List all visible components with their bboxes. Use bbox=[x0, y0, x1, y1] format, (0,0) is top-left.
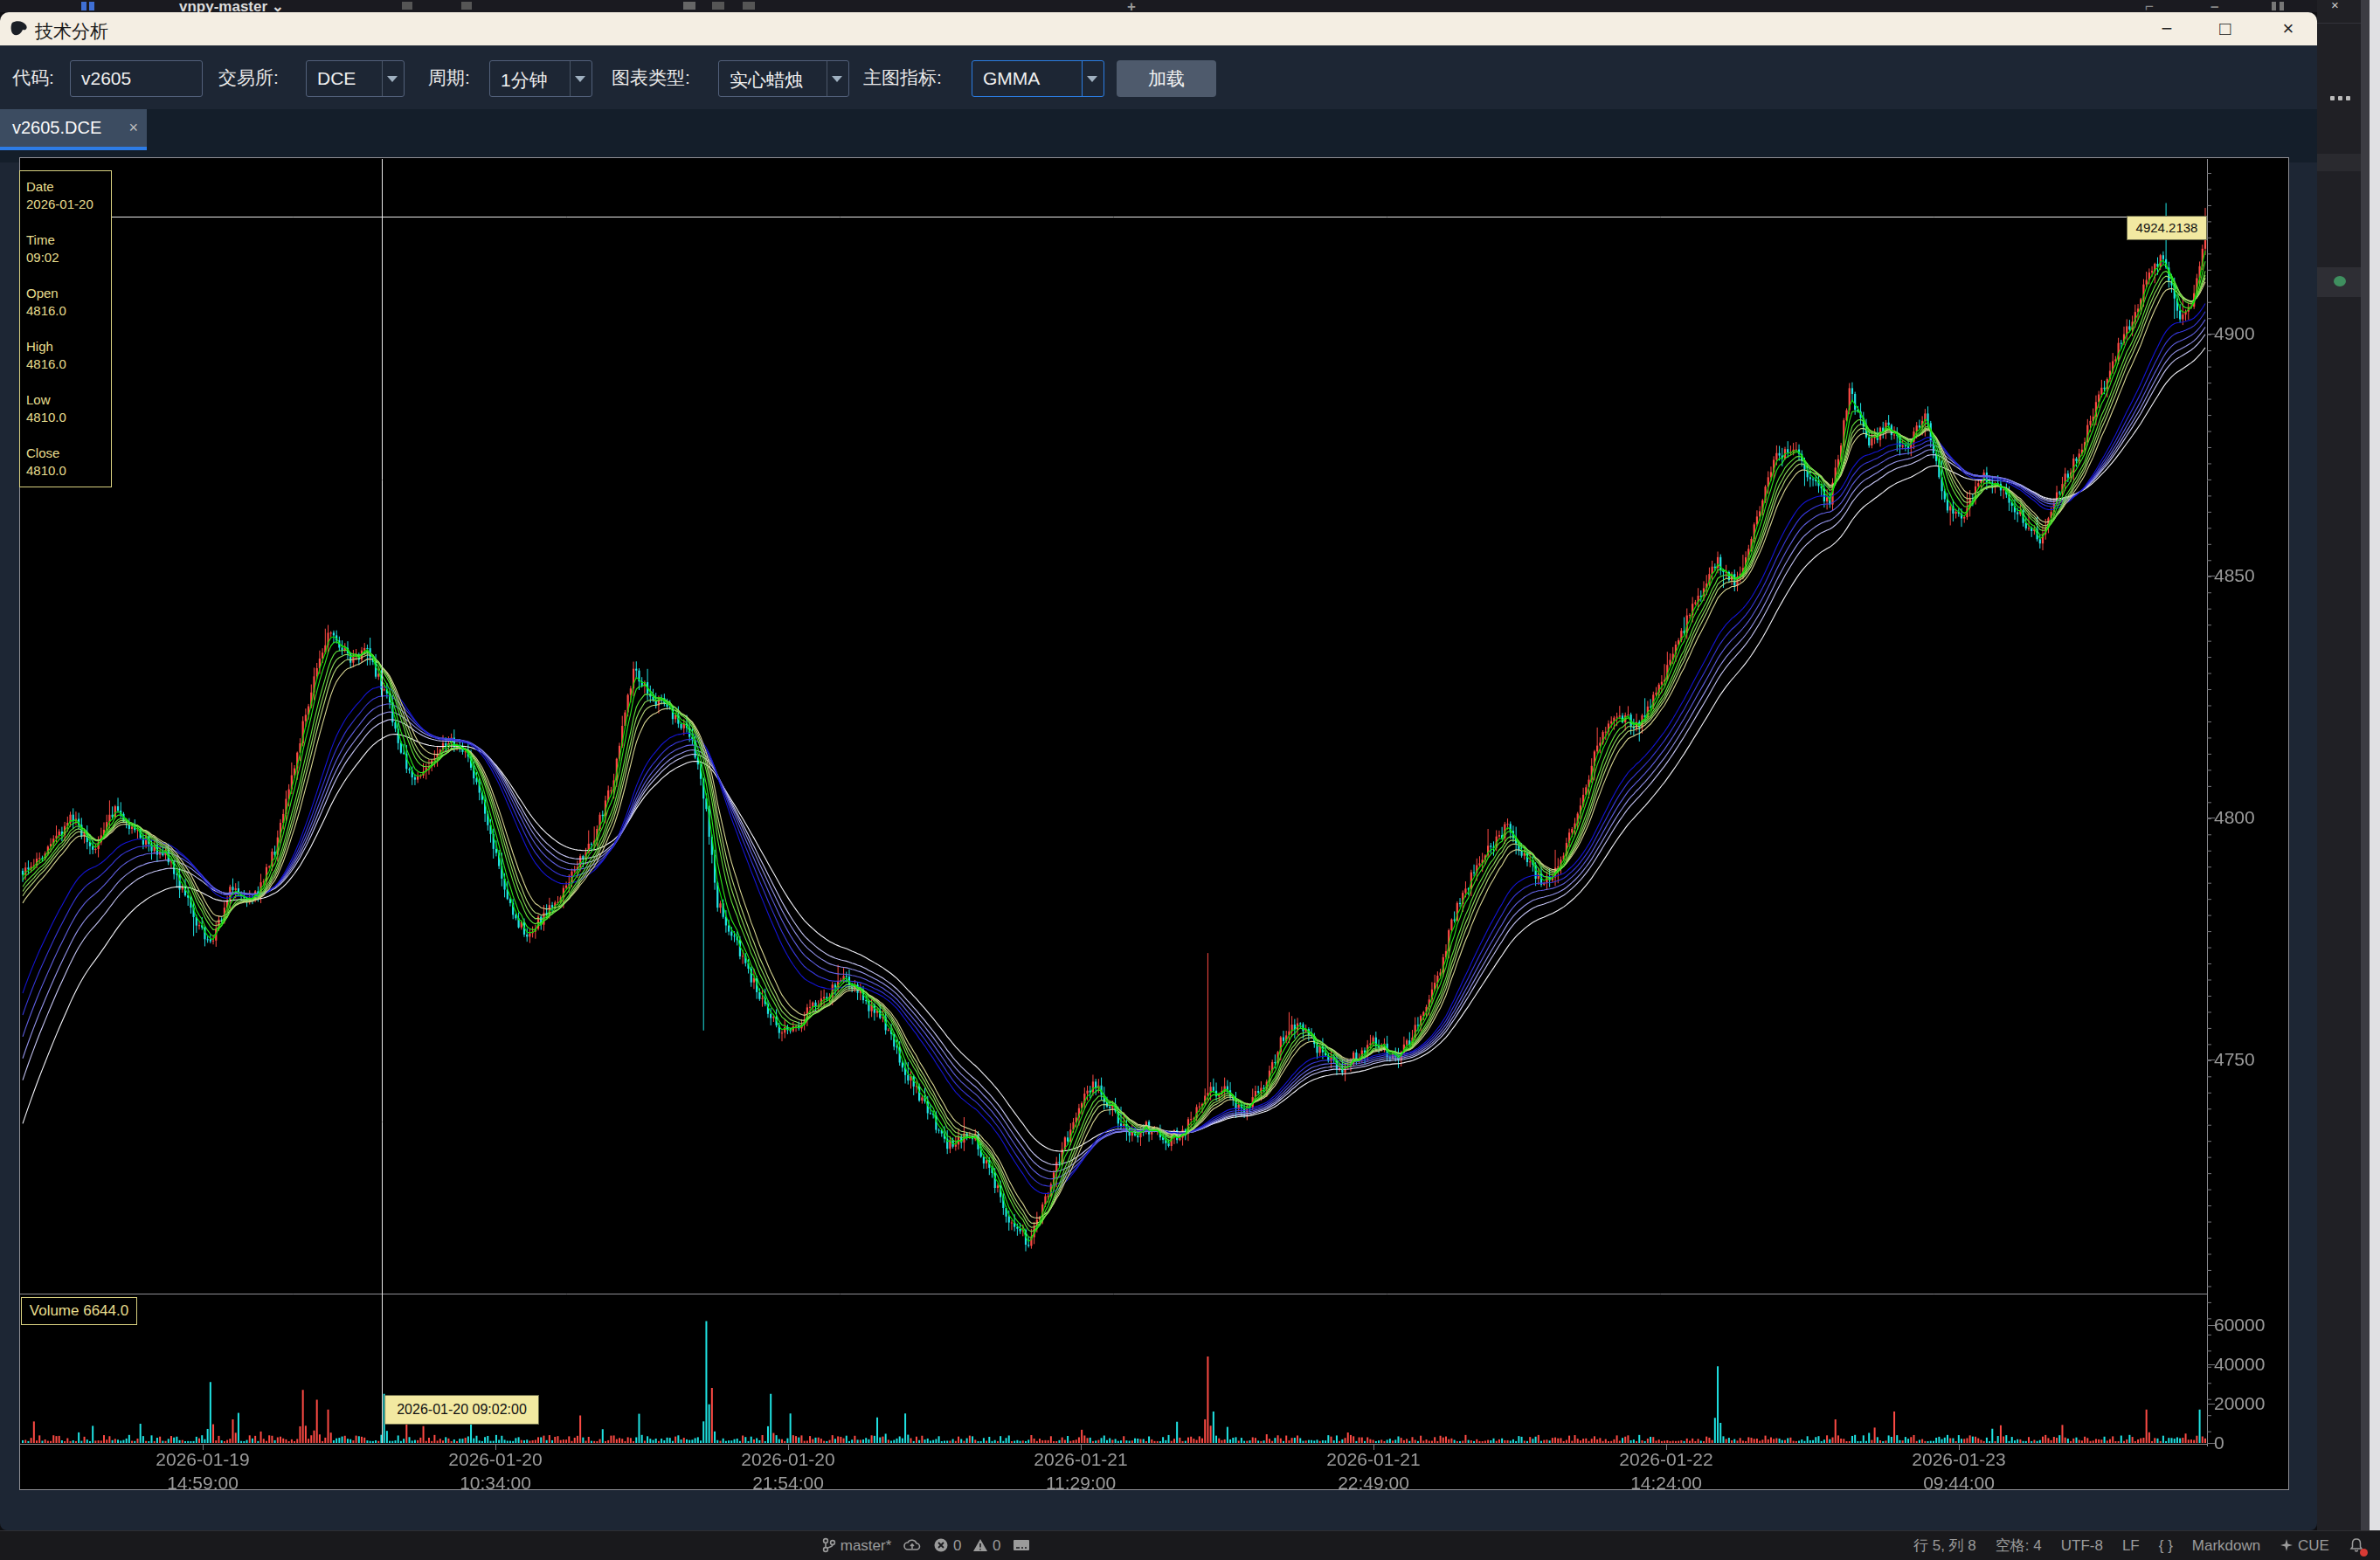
info-value: 2026-01-20 bbox=[26, 196, 111, 213]
close-icon: × bbox=[2331, 0, 2339, 12]
info-label: Low bbox=[26, 391, 111, 409]
branch-name: master* bbox=[841, 1537, 892, 1554]
git-branch-item[interactable]: master* bbox=[822, 1531, 891, 1560]
info-value: 09:02 bbox=[26, 249, 111, 266]
time-axis-date-label: 2026-01-21 bbox=[1011, 1450, 1151, 1469]
sync-cloud-icon bbox=[903, 1538, 921, 1552]
crosshair-time-label: 2026-01-20 09:02:00 bbox=[384, 1395, 539, 1425]
price-axis-tick-label: 4850 bbox=[2214, 565, 2293, 586]
ohlc-info-box: Date2026-01-20Time09:02Open4816.0High481… bbox=[19, 170, 112, 487]
price-axis-tick-label: 4800 bbox=[2214, 807, 2293, 828]
scrollbar[interactable] bbox=[2361, 0, 2370, 1560]
problems-item[interactable]: 0 0 bbox=[933, 1531, 1000, 1560]
git-branch-icon bbox=[822, 1537, 836, 1553]
info-label: Date bbox=[26, 178, 111, 196]
time-axis-date-label: 2026-01-20 bbox=[718, 1450, 858, 1469]
time-axis-time-label: 22:49:00 bbox=[1304, 1474, 1443, 1493]
encoding[interactable]: UTF-8 bbox=[2061, 1531, 2103, 1560]
price-axis-tick-label: 4900 bbox=[2214, 323, 2293, 344]
time-axis-date-label: 2026-01-23 bbox=[1889, 1450, 2029, 1469]
status-dot bbox=[2334, 276, 2346, 286]
time-axis-time-label: 14:24:00 bbox=[1596, 1474, 1736, 1493]
time-axis-time-label: 14:59:00 bbox=[133, 1474, 273, 1493]
volume-axis-tick-label: 20000 bbox=[2214, 1393, 2293, 1414]
cue-item[interactable]: CUE bbox=[2280, 1531, 2329, 1560]
volume-axis-tick-label: 0 bbox=[2214, 1432, 2293, 1453]
error-count: 0 bbox=[953, 1537, 961, 1554]
info-label: High bbox=[26, 338, 111, 355]
info-label: Time bbox=[26, 231, 111, 249]
time-axis-date-label: 2026-01-22 bbox=[1596, 1450, 1736, 1469]
info-label: Close bbox=[26, 445, 111, 462]
price-axis-tick-label: 4750 bbox=[2214, 1049, 2293, 1070]
volume-axis-tick-label: 40000 bbox=[2214, 1354, 2293, 1375]
more-icon[interactable] bbox=[2346, 96, 2350, 100]
info-value: 4816.0 bbox=[26, 355, 111, 373]
warning-icon bbox=[972, 1537, 988, 1553]
cue-icon bbox=[2280, 1538, 2294, 1552]
chart-canvas[interactable] bbox=[0, 0, 2380, 1560]
cue-label: CUE bbox=[2298, 1537, 2329, 1554]
volume-axis-tick-label: 60000 bbox=[2214, 1315, 2293, 1336]
info-value: 4816.0 bbox=[26, 302, 111, 320]
background-vscode-edge: × bbox=[2317, 0, 2380, 1560]
cursor-position[interactable]: 行 5, 列 8 bbox=[1913, 1531, 1976, 1560]
time-axis-time-label: 11:29:00 bbox=[1011, 1474, 1151, 1493]
time-axis-date-label: 2026-01-19 bbox=[133, 1450, 273, 1469]
language-mode[interactable]: Markdown bbox=[2192, 1531, 2260, 1560]
time-axis-date-label: 2026-01-20 bbox=[425, 1450, 565, 1469]
background-fragment bbox=[2317, 154, 2361, 171]
warning-count: 0 bbox=[993, 1537, 1000, 1554]
status-bar: master* 0 0 行 5 bbox=[0, 1530, 2380, 1560]
indentation[interactable]: 空格: 4 bbox=[1996, 1531, 2042, 1560]
info-label: Open bbox=[26, 285, 111, 302]
window-icon bbox=[1013, 1538, 1030, 1552]
time-axis-time-label: 21:54:00 bbox=[718, 1474, 858, 1493]
braces-indicator[interactable]: { } bbox=[2159, 1531, 2173, 1560]
notifications-item[interactable] bbox=[2349, 1531, 2364, 1560]
info-value: 4810.0 bbox=[26, 409, 111, 426]
notification-badge bbox=[2360, 1549, 2368, 1557]
error-icon bbox=[933, 1537, 949, 1553]
editor-edge bbox=[2370, 0, 2380, 1560]
volume-label: Volume 6644.0 bbox=[21, 1297, 137, 1325]
eol-sequence[interactable]: LF bbox=[2122, 1531, 2140, 1560]
sync-item[interactable] bbox=[903, 1531, 921, 1560]
time-axis-date-label: 2026-01-21 bbox=[1304, 1450, 1443, 1469]
crosshair-price-label: 4924.2138 bbox=[2127, 216, 2207, 240]
time-axis-time-label: 10:34:00 bbox=[425, 1474, 565, 1493]
feedback-item[interactable] bbox=[1013, 1531, 1030, 1560]
more-icon[interactable] bbox=[2330, 96, 2335, 100]
info-value: 4810.0 bbox=[26, 462, 111, 480]
more-icon[interactable] bbox=[2338, 96, 2342, 100]
time-axis-time-label: 09:44:00 bbox=[1889, 1474, 2029, 1493]
